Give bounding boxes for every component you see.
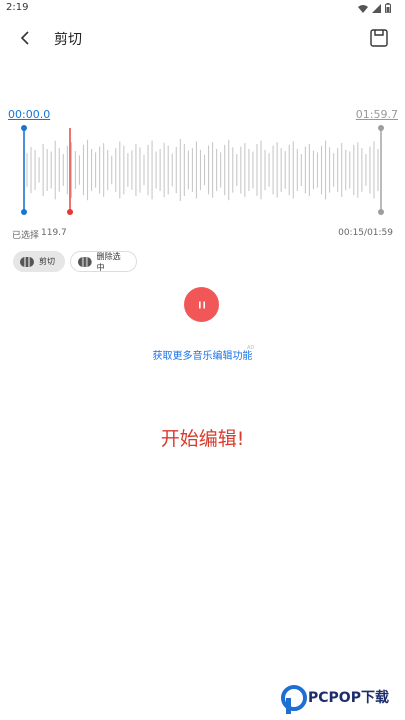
- playhead[interactable]: [67, 128, 73, 215]
- start-editing-banner: 开始编辑!: [160, 428, 245, 450]
- watermark-text: PCPOP下载: [308, 690, 389, 706]
- selection-end-time[interactable]: 01:59.7: [356, 108, 398, 121]
- chevron-left-icon: [20, 31, 29, 45]
- selection-start-time[interactable]: 00:00.0: [8, 108, 50, 121]
- start-handle[interactable]: [21, 125, 27, 215]
- cut-icon: [20, 256, 34, 267]
- pcpop-logo-icon: [281, 685, 307, 714]
- status-bar: 2:19: [0, 0, 405, 18]
- more-features-link[interactable]: 获取更多音乐编辑功能: [0, 347, 405, 362]
- cut-chip[interactable]: 剪切: [13, 251, 65, 272]
- delete-selected-icon: [77, 256, 92, 267]
- page-title: 剪切: [54, 32, 82, 48]
- selection-label: 已选择: [12, 231, 40, 241]
- waveform-bars: [26, 138, 379, 202]
- watermark: PCPOP下载: [278, 683, 405, 720]
- selection-length: 119.7: [41, 228, 67, 238]
- app-bar: 剪切: [0, 18, 405, 60]
- waveform[interactable]: [0, 122, 405, 222]
- position-readout: 00:15/01:59: [338, 228, 393, 238]
- delete-selected-label: 删除选中: [96, 251, 121, 272]
- status-time: 2:19: [6, 2, 29, 13]
- pause-icon: [198, 301, 205, 308]
- pause-button[interactable]: [184, 287, 219, 322]
- back-button[interactable]: [14, 26, 38, 50]
- save-icon: [370, 29, 388, 47]
- wifi-icon: [358, 4, 368, 13]
- signal-icon: [372, 3, 381, 13]
- battery-icon: [385, 3, 391, 13]
- end-handle[interactable]: [378, 125, 384, 215]
- delete-selected-chip[interactable]: 删除选中: [70, 251, 137, 272]
- ad-tag: AD: [247, 345, 255, 351]
- status-icons: [358, 3, 391, 13]
- cut-label: 剪切: [39, 257, 55, 266]
- save-button[interactable]: [367, 26, 391, 50]
